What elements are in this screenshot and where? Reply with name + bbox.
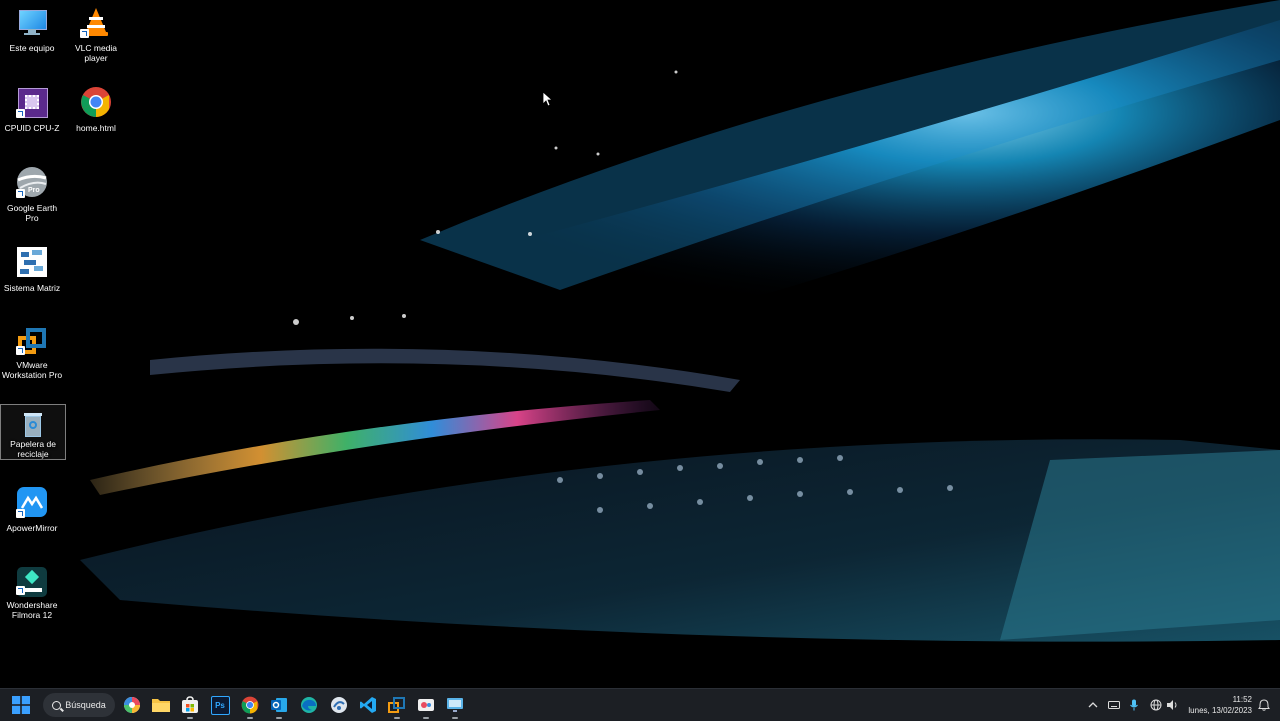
taskbar-app-edge[interactable] xyxy=(297,693,321,717)
taskbar-app-photoshop[interactable]: Ps xyxy=(208,693,232,717)
vscode-icon xyxy=(360,697,376,713)
desktop-icon-filmora[interactable]: Wondershare Filmora 12 xyxy=(0,562,64,620)
cpu-z-icon xyxy=(16,86,48,118)
icon-label: Este equipo xyxy=(9,43,55,53)
desktop-icon-sistema-matriz[interactable]: Sistema Matriz xyxy=(0,242,64,300)
snipping-icon xyxy=(418,699,434,711)
clock-date: lunes, 13/02/2023 xyxy=(1188,706,1252,715)
desktop-icon-cpu-z[interactable]: CPUID CPU-Z xyxy=(0,82,64,140)
icon-label: VLC media player xyxy=(74,43,118,63)
remote-desktop-icon xyxy=(447,698,463,712)
shortcut-arrow-icon xyxy=(16,109,25,118)
google-earth-icon: Pro xyxy=(16,166,48,198)
taskbar: Búsqueda Ps 11:52 lunes, 13/02/2023 xyxy=(0,688,1280,721)
chrome-icon xyxy=(80,86,112,118)
chrome-icon xyxy=(241,696,259,714)
taskbar-app-vmware[interactable] xyxy=(385,693,409,719)
shortcut-arrow-icon xyxy=(16,189,25,198)
vpn-icon xyxy=(331,697,347,713)
vmware-icon xyxy=(388,696,406,714)
keyboard-icon[interactable] xyxy=(1108,700,1120,710)
start-icon xyxy=(12,696,30,714)
desktop-icon-home-html[interactable]: home.html xyxy=(64,82,128,140)
photoshop-label: Ps xyxy=(215,700,225,710)
notification-bell-icon[interactable] xyxy=(1258,699,1270,711)
desktop-icon-vmware[interactable]: VMware Workstation Pro xyxy=(0,322,64,380)
shortcut-arrow-icon xyxy=(16,346,25,355)
filmora-icon xyxy=(16,566,48,597)
taskbar-app-vscode[interactable] xyxy=(356,693,380,717)
taskbar-app-outlook[interactable] xyxy=(267,693,291,719)
taskbar-app-store[interactable] xyxy=(178,693,202,719)
icon-label: home.html xyxy=(76,123,116,133)
icon-label: VMware Workstation Pro xyxy=(1,360,63,380)
recycle-bin-icon xyxy=(17,409,49,437)
outlook-icon xyxy=(271,698,287,712)
start-button[interactable] xyxy=(9,693,33,717)
shortcut-arrow-icon xyxy=(16,586,25,595)
copilot-icon xyxy=(124,697,140,713)
sistema-matriz-icon xyxy=(16,246,48,278)
pro-badge: Pro xyxy=(28,187,40,194)
desktop-icon-apowermirror[interactable]: ApowerMirror xyxy=(0,482,64,540)
mouse-cursor-icon xyxy=(542,91,552,107)
taskbar-app-vpn[interactable] xyxy=(327,693,351,717)
icon-label: ApowerMirror xyxy=(6,523,58,533)
search-icon xyxy=(52,700,62,710)
taskbar-app-file-explorer[interactable] xyxy=(149,693,173,717)
microphone-icon[interactable] xyxy=(1130,699,1138,711)
icon-label: Wondershare Filmora 12 xyxy=(6,600,58,620)
globe-icon[interactable] xyxy=(1150,699,1162,711)
apowermirror-icon xyxy=(16,486,48,518)
taskbar-app-chrome[interactable] xyxy=(238,693,262,719)
desktop-icon-google-earth-pro[interactable]: Pro Google Earth Pro xyxy=(0,162,64,223)
desktop-icon-vlc[interactable]: VLC media player xyxy=(64,2,128,63)
icon-label: Sistema Matriz xyxy=(3,283,61,293)
shortcut-arrow-icon xyxy=(80,29,89,38)
taskbar-search-button[interactable]: Búsqueda xyxy=(43,693,115,717)
taskbar-app-snipping-tool[interactable] xyxy=(414,693,438,719)
desktop-icon-este-equipo[interactable]: Este equipo xyxy=(0,2,64,60)
shortcut-arrow-icon xyxy=(16,509,25,518)
desktop-icon-recycle-bin[interactable]: Papelera de reciclaje xyxy=(0,404,66,460)
system-tray xyxy=(1088,689,1178,721)
icon-label: CPUID CPU-Z xyxy=(4,123,60,133)
taskbar-clock[interactable]: 11:52 lunes, 13/02/2023 xyxy=(1188,694,1252,716)
store-icon xyxy=(182,696,198,713)
vlc-cone-icon xyxy=(80,6,112,38)
icon-label: Google Earth Pro xyxy=(6,203,58,223)
file-explorer-icon xyxy=(152,699,170,712)
taskbar-app-remote-desktop[interactable] xyxy=(443,693,467,719)
search-label: Búsqueda xyxy=(65,700,106,710)
taskbar-app-copilot[interactable] xyxy=(120,693,144,717)
vmware-icon xyxy=(16,326,48,355)
monitor-icon xyxy=(16,6,48,38)
icon-label: Papelera de reciclaje xyxy=(10,439,56,459)
clock-time: 11:52 xyxy=(1232,695,1252,704)
volume-icon[interactable] xyxy=(1166,699,1178,711)
desktop-wallpaper xyxy=(0,0,1280,688)
photoshop-icon: Ps xyxy=(210,695,230,715)
chevron-up-icon[interactable] xyxy=(1088,700,1098,710)
edge-icon xyxy=(301,697,317,713)
